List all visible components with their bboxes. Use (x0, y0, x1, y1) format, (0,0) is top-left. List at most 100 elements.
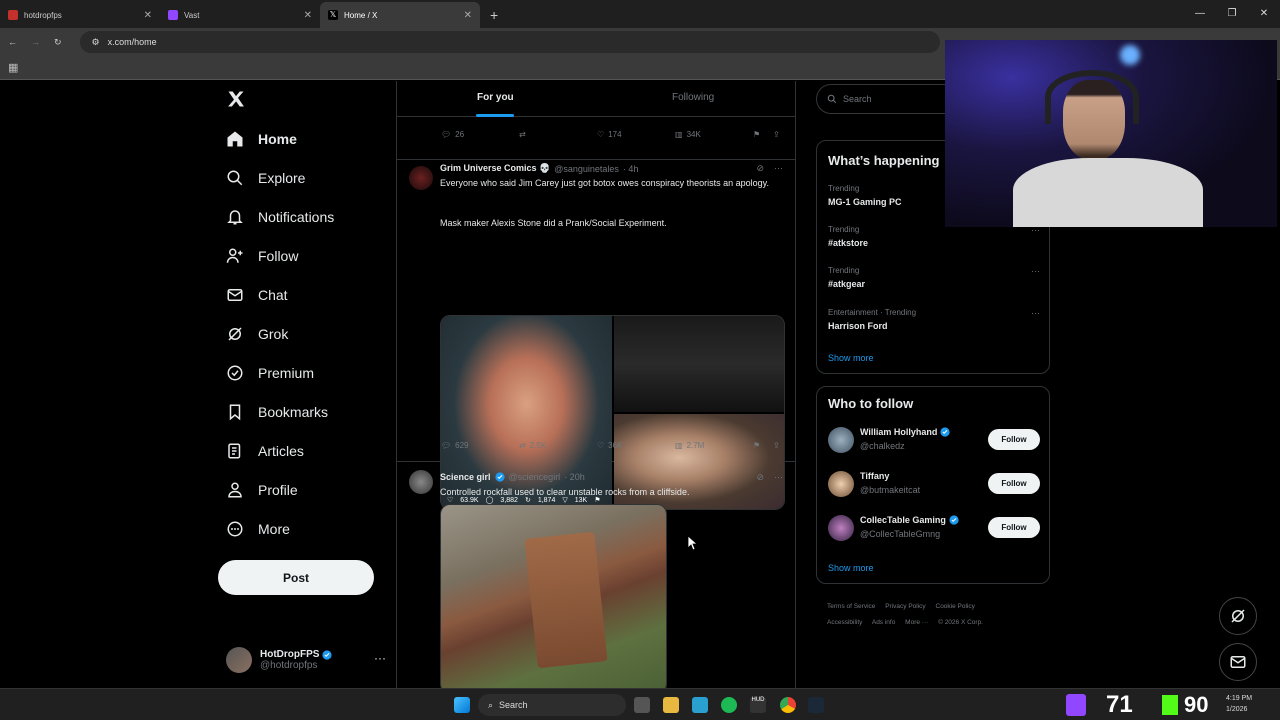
avatar[interactable] (409, 166, 433, 190)
tweet-author[interactable]: Grim Universe Comics 💀 (440, 163, 550, 174)
follow-suggestion[interactable]: William Hollyhand @chalkedz Follow (828, 425, 1040, 455)
nav-follow[interactable]: Follow (226, 244, 298, 268)
close-tab-icon[interactable]: ✕ (464, 10, 472, 21)
tweet-grim-universe[interactable]: Grim Universe Comics 💀 @sanguinetales · … (397, 160, 795, 510)
more-dots-icon[interactable]: ··· (1031, 266, 1040, 276)
nav-home[interactable]: Home (226, 127, 297, 151)
share-button[interactable]: ⇪ (773, 130, 780, 139)
new-tab-button[interactable]: + (480, 2, 508, 28)
address-bar[interactable]: ⚙ x.com/home (79, 31, 940, 53)
show-more-link[interactable]: Show more (828, 353, 874, 363)
tweet-handle[interactable]: @sciencegirl (509, 472, 561, 482)
chrome-icon[interactable] (780, 697, 796, 713)
tweet-handle[interactable]: @sanguinetales (554, 164, 619, 174)
tweet-actions: 💬︎ 629 ⇄ 2.5K ♡ 36K ▥ 2.7M ⚑ ⇪ (441, 441, 781, 455)
post-button[interactable]: Post (218, 560, 374, 595)
tweet-video[interactable] (440, 504, 667, 688)
media-image-suit[interactable] (614, 316, 784, 412)
more-dots-icon[interactable]: ··· (374, 651, 386, 665)
tweet-time[interactable]: · 4h (623, 164, 639, 174)
tab-for-you[interactable]: For you (477, 92, 514, 103)
nav-profile[interactable]: Profile (226, 478, 298, 502)
back-icon[interactable]: ← (8, 37, 17, 47)
reload-icon[interactable]: ↻ (54, 37, 62, 48)
follow-button[interactable]: Follow (988, 473, 1040, 494)
repost-button[interactable]: ⇄ 2.5K (519, 441, 546, 450)
file-explorer-icon[interactable] (663, 697, 679, 713)
apps-grid-icon[interactable]: ▦ (8, 61, 18, 74)
bookmark-button[interactable]: ⚑ (753, 130, 760, 139)
more-dots-icon[interactable]: ··· (774, 163, 783, 174)
nav-premium[interactable]: Premium (226, 361, 314, 385)
home-icon (226, 130, 244, 148)
follow-suggestion[interactable]: Tiffany @butmakeitcat Follow (828, 469, 1040, 499)
tweet-science-girl[interactable]: Science girl @sciencegirl · 20h ⊘ ··· Co… (397, 462, 795, 688)
trend-item[interactable]: Trending #atkgear ··· (828, 266, 1040, 289)
reply-button[interactable]: 💬︎ 629 (441, 441, 469, 450)
more-dots-icon[interactable]: ··· (774, 472, 783, 483)
bookmark-button[interactable]: ⚑ (753, 441, 760, 450)
close-tab-icon[interactable]: ✕ (144, 10, 152, 21)
nav-bookmarks[interactable]: Bookmarks (226, 400, 328, 424)
forward-icon[interactable]: → (31, 37, 40, 47)
hud-app-icon[interactable]: HUD (750, 697, 766, 713)
x-logo-icon[interactable] (226, 89, 246, 109)
avatar[interactable] (409, 470, 433, 494)
nav-explore[interactable]: Explore (226, 166, 305, 190)
more-dots-icon[interactable]: ··· (1031, 308, 1040, 318)
close-window-icon[interactable]: ✕ (1248, 0, 1280, 28)
messages-floating-button[interactable] (1219, 643, 1257, 681)
tweet-time[interactable]: · 20h (564, 472, 585, 482)
steam-icon[interactable] (808, 697, 824, 713)
avatar[interactable] (828, 427, 854, 453)
restore-icon[interactable]: ❐ (1216, 0, 1248, 28)
browser-tab-hotdropfps[interactable]: hotdropfps ✕ (0, 2, 160, 28)
close-tab-icon[interactable]: ✕ (304, 10, 312, 21)
nav-notifications[interactable]: Notifications (226, 205, 334, 229)
browser-tab-vast[interactable]: Vast ✕ (160, 2, 320, 28)
footer-link-ads[interactable]: Ads info (872, 619, 896, 626)
minimize-icon[interactable]: — (1184, 0, 1216, 28)
follow-button[interactable]: Follow (988, 429, 1040, 450)
system-clock[interactable]: 4:19 PM 1/2026 (1226, 693, 1252, 715)
follow-button[interactable]: Follow (988, 517, 1040, 538)
repost-button[interactable]: ⇄ (519, 130, 526, 139)
footer-link-privacy[interactable]: Privacy Policy (885, 603, 925, 610)
footer-link-cookie[interactable]: Cookie Policy (936, 603, 975, 610)
grok-icon[interactable]: ⊘ (756, 472, 764, 483)
task-view-icon[interactable] (634, 697, 650, 713)
grok-icon[interactable]: ⊘ (756, 163, 764, 174)
follow-suggestion[interactable]: CollecTable Gaming @CollecTableGmng Foll… (828, 513, 1040, 543)
nav-chat[interactable]: Chat (226, 283, 288, 307)
tab-title: Vast (184, 10, 200, 20)
taskbar-search[interactable]: ⌕ Search (478, 694, 626, 716)
tweet-previous[interactable]: 💬︎ 26 ⇄ ♡ 174 ▥ 34K ⚑ ⇪ (397, 117, 795, 160)
notepad-icon[interactable] (692, 697, 708, 713)
show-more-link[interactable]: Show more (828, 563, 874, 573)
nav-articles[interactable]: Articles (226, 439, 304, 463)
nav-grok[interactable]: Grok (226, 322, 288, 346)
views-button[interactable]: ▥ 2.7M (675, 441, 704, 450)
spotify-icon[interactable] (721, 697, 737, 713)
avatar[interactable] (828, 515, 854, 541)
footer-link-terms[interactable]: Terms of Service (827, 603, 875, 610)
site-info-icon[interactable]: ⚙ (92, 37, 100, 48)
tab-following[interactable]: Following (672, 92, 714, 103)
share-button[interactable]: ⇪ (773, 441, 780, 450)
share-icon: ⇪ (773, 441, 780, 450)
windows-start-icon[interactable] (454, 697, 470, 713)
browser-tab-home-x[interactable]: 𝕏 Home / X ✕ (320, 2, 480, 28)
nav-more[interactable]: More (226, 517, 290, 541)
views-button[interactable]: ▥ 34K (675, 130, 701, 139)
like-button[interactable]: ♡ 36K (597, 441, 622, 450)
like-button[interactable]: ♡ 174 (597, 130, 622, 139)
trend-item[interactable]: Trending #atkstore ··· (828, 225, 1040, 248)
footer-link-more[interactable]: More ··· (905, 619, 928, 626)
avatar[interactable] (828, 471, 854, 497)
trend-item[interactable]: Entertainment · Trending Harrison Ford ·… (828, 308, 1040, 331)
footer-link-accessibility[interactable]: Accessibility (827, 619, 862, 626)
tweet-author[interactable]: Science girl (440, 472, 491, 482)
reply-button[interactable]: 💬︎ 26 (441, 130, 464, 139)
account-switcher[interactable]: HotDropFPS @hotdropfps ··· (226, 643, 386, 677)
grok-floating-button[interactable] (1219, 597, 1257, 635)
